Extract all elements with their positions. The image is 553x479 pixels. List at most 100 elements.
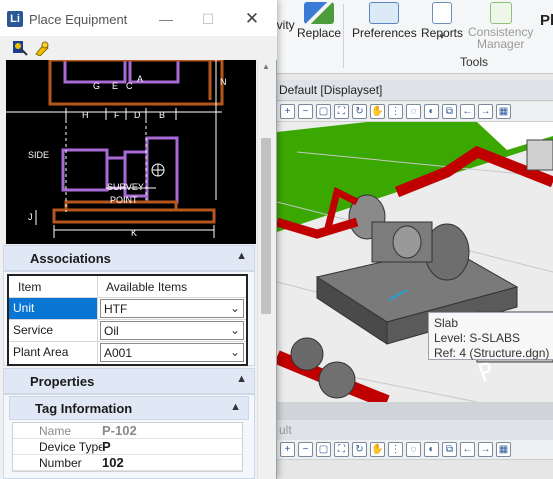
walk-icon[interactable]: ⋮ [388, 442, 403, 457]
view-2-title: ult [279, 423, 292, 437]
pan-view-icon[interactable]: ✋ [370, 104, 385, 119]
pan-view-icon[interactable]: ✋ [370, 442, 385, 457]
view-previous-icon[interactable]: ◐ [424, 104, 439, 119]
service-select-value: Oil [104, 324, 119, 338]
view-2-title-bar[interactable]: ult [277, 420, 553, 440]
reports-icon [432, 2, 453, 24]
copy-view-icon[interactable]: ⧉ [442, 104, 457, 119]
walk-icon[interactable]: ⋮ [388, 104, 403, 119]
maximize-button[interactable]: ☐ [196, 8, 220, 30]
reports-dropdown-arrow-icon[interactable]: ▼ [438, 32, 446, 41]
window-area-icon[interactable]: ▢ [316, 442, 331, 457]
unit-select[interactable]: HTF ⌄ [100, 299, 244, 318]
tag-row-name[interactable]: Name P-102 [13, 423, 242, 439]
dialog-toolbar [0, 36, 277, 60]
service-select[interactable]: Oil ⌄ [100, 321, 244, 340]
dim-label-e: E [112, 81, 118, 91]
key-icon[interactable] [34, 40, 50, 56]
tag-label: Name [39, 424, 72, 438]
ribbon-separator [343, 4, 344, 68]
preferences-label: Preferences [352, 26, 417, 40]
dim-label-k: K [131, 228, 137, 238]
plant-button-partial[interactable]: Pl [540, 12, 553, 29]
point-label: POINT [110, 195, 138, 205]
scroll-up-arrow-icon[interactable]: ▲ [258, 62, 274, 76]
view-attributes-icon[interactable]: ▦ [496, 104, 511, 119]
properties-title: Properties [30, 374, 95, 389]
minimize-button[interactable]: — [154, 8, 178, 30]
fit-view-icon[interactable]: ⛶ [334, 442, 349, 457]
consistency-manager-button[interactable]: Consistency Manager [468, 2, 533, 50]
chevron-down-icon[interactable]: ⌄ [230, 301, 240, 315]
tag-row-number[interactable]: Number 102 [13, 455, 242, 471]
equipment-dimension-diagram: G E C A N H F D B SIDE SURVEY POINT J K [6, 60, 256, 244]
preferences-icon [369, 2, 400, 24]
dialog-title-bar[interactable]: Li Place Equipment — ☐ ✕ [0, 0, 277, 36]
view-separator [277, 402, 553, 420]
association-row-unit[interactable]: Unit HTF ⌄ [9, 298, 246, 320]
side-label: SIDE [28, 150, 49, 160]
window-area-icon[interactable]: ▢ [316, 104, 331, 119]
view-title-bar[interactable]: Default [Displayset] [277, 80, 553, 101]
locate-icon[interactable] [12, 40, 28, 56]
dim-label-g: G [93, 81, 100, 91]
rotate-view-icon[interactable]: ↻ [352, 104, 367, 119]
associations-header-row: Item Available Items [9, 276, 246, 298]
collapse-chevron-icon[interactable]: ▲ [236, 250, 247, 262]
tag-row-device-type[interactable]: Device Type Co P [13, 439, 242, 455]
dim-label-j: J [28, 212, 33, 222]
view-2-canvas[interactable] [277, 460, 553, 479]
next-view-icon[interactable]: → [478, 104, 493, 119]
tag-information-header[interactable]: Tag Information ▲ [9, 396, 249, 420]
collapse-chevron-icon[interactable]: ▲ [236, 373, 247, 385]
association-row-service[interactable]: Service Oil ⌄ [9, 320, 246, 342]
plant-label: Pl [540, 12, 553, 29]
fit-view-icon[interactable]: ⛶ [334, 104, 349, 119]
view-previous-icon[interactable]: ◐ [424, 442, 439, 457]
tag-information-title: Tag Information [35, 401, 133, 416]
associations-section-header[interactable]: Associations ▲ [3, 245, 255, 271]
column-header-item: Item [9, 276, 98, 297]
scrollbar-thumb[interactable] [261, 138, 271, 314]
association-row-plant-area[interactable]: Plant Area A001 ⌄ [9, 342, 246, 364]
previous-view-icon[interactable]: ← [460, 104, 475, 119]
dim-label-b: B [159, 110, 165, 120]
zoom-out-icon[interactable]: − [298, 104, 313, 119]
dim-label-n: N [220, 77, 227, 87]
tag-value-device-type[interactable]: P [102, 439, 242, 454]
replace-button[interactable]: Replace [297, 2, 341, 40]
equipment-preview-drawing: G E C A N H F D B SIDE SURVEY POINT J K [6, 60, 256, 244]
properties-section-header[interactable]: Properties ▲ [3, 368, 255, 394]
dialog-scrollbar[interactable]: ▲ [257, 60, 273, 479]
zoom-in-icon[interactable]: + [280, 104, 295, 119]
tag-label: Device Type Co [39, 440, 102, 454]
ribbon-group-label: Tools [460, 55, 489, 69]
tag-information-table: Name P-102 Device Type Co P Number 102 [12, 422, 243, 472]
close-button[interactable]: ✕ [240, 8, 264, 30]
survey-label: SURVEY [107, 182, 144, 192]
collapse-chevron-icon[interactable]: ▲ [230, 401, 241, 413]
tooltip-level: Level: S-SLABS [434, 331, 521, 345]
unit-select-value: HTF [104, 302, 128, 316]
chevron-down-icon[interactable]: ⌄ [230, 323, 240, 337]
tag-value-number[interactable]: 102 [102, 455, 242, 470]
dim-label-d: D [134, 110, 141, 120]
previous-view-icon[interactable]: ← [460, 442, 475, 457]
fly-icon[interactable]: ◌ [406, 442, 421, 457]
replace-icon [304, 2, 335, 24]
plant-area-select[interactable]: A001 ⌄ [100, 343, 244, 362]
next-view-icon[interactable]: → [478, 442, 493, 457]
ribbon-partial-label: ivity [274, 18, 295, 32]
zoom-in-icon[interactable]: + [280, 442, 295, 457]
view-attributes-icon[interactable]: ▦ [496, 442, 511, 457]
chevron-down-icon[interactable]: ⌄ [230, 345, 240, 359]
tooltip-ref: Ref: 4 (Structure.dgn) [434, 346, 550, 360]
zoom-out-icon[interactable]: − [298, 442, 313, 457]
fly-icon[interactable]: ◌ [406, 104, 421, 119]
preferences-button[interactable]: Preferences [352, 2, 417, 40]
copy-view-icon[interactable]: ⧉ [442, 442, 457, 457]
place-equipment-dialog: Li Place Equipment — ☐ ✕ G E C A N H F D… [0, 0, 277, 479]
ribbon-partial-button[interactable]: ivity [274, 18, 295, 32]
rotate-view-icon[interactable]: ↻ [352, 442, 367, 457]
app-icon: Li [7, 11, 23, 27]
